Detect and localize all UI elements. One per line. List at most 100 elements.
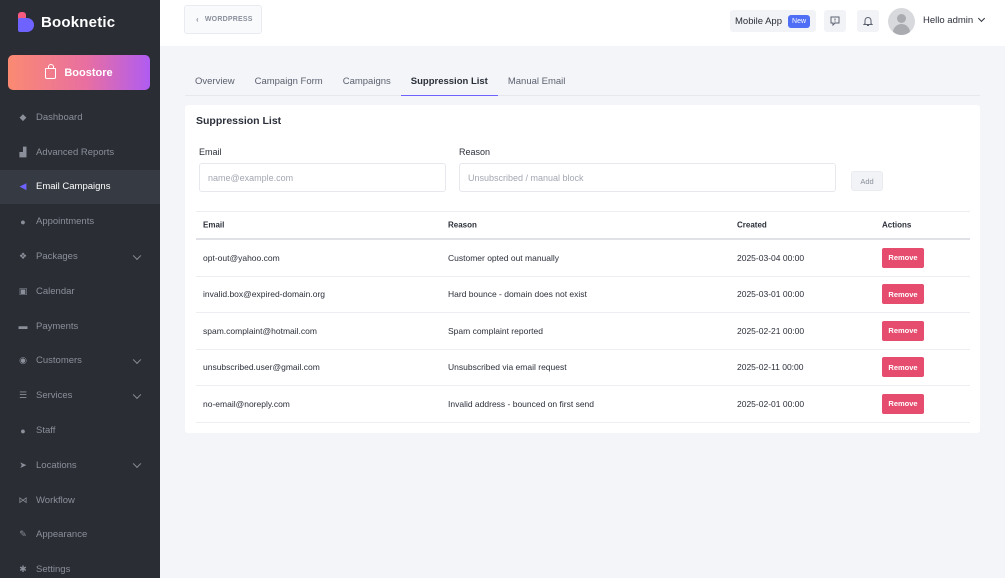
row-email: no-email@noreply.com bbox=[203, 398, 290, 409]
sidebar-item-label: Email Campaigns bbox=[36, 181, 111, 193]
sidebar-item-staff[interactable]: ● Staff bbox=[0, 413, 160, 448]
header-reason: Reason bbox=[448, 220, 477, 230]
shopping-bag-icon bbox=[45, 64, 57, 79]
sidebar-item-label: Payments bbox=[36, 320, 79, 332]
row-reason: Invalid address - bounced on first send bbox=[448, 398, 595, 409]
remove-button[interactable]: Remove bbox=[882, 357, 924, 378]
sidebar-item-label: Packages bbox=[36, 251, 78, 263]
header-email: Email bbox=[203, 220, 225, 230]
feedback-icon bbox=[830, 16, 840, 27]
email-label: Email bbox=[199, 147, 222, 157]
sidebar-item-locations[interactable]: ➤ Locations bbox=[0, 448, 160, 483]
row-created: 2025-03-01 00:00 bbox=[737, 289, 805, 300]
email-field[interactable] bbox=[199, 163, 446, 192]
sidebar-item-settings[interactable]: ✱ Settings bbox=[0, 552, 160, 578]
sidebar-item-label: Locations bbox=[36, 459, 77, 471]
clock-icon: ● bbox=[20, 216, 26, 227]
table-row: unsubscribed.user@gmail.com Unsubscribed … bbox=[196, 350, 970, 386]
table-row: spam.complaint@hotmail.com Spam complaint… bbox=[196, 313, 970, 350]
row-email: unsubscribed.user@gmail.com bbox=[203, 362, 320, 373]
sidebar-item-label: Staff bbox=[36, 425, 56, 437]
staff-icon: ● bbox=[20, 425, 26, 436]
sidebar-item-label: Settings bbox=[36, 564, 71, 576]
sidebar-item-customers[interactable]: ◉ Customers bbox=[0, 344, 160, 379]
dashboard-icon: ◆ bbox=[19, 111, 27, 122]
tab-campaign-form[interactable]: Campaign Form bbox=[245, 68, 333, 96]
sidebar-item-label: Calendar bbox=[36, 285, 75, 297]
row-reason: Spam complaint reported bbox=[448, 325, 543, 336]
avatar[interactable] bbox=[888, 8, 915, 35]
boostore-label: Boostore bbox=[64, 66, 113, 79]
mobile-app-button[interactable]: Mobile App New bbox=[730, 10, 816, 32]
settings-icon: ✱ bbox=[19, 564, 27, 575]
wordpress-back-button[interactable]: ‹ WORDPRESS bbox=[184, 5, 262, 34]
user-menu[interactable]: Hello admin bbox=[923, 14, 986, 26]
chart-icon: ▟ bbox=[19, 146, 27, 157]
reason-field[interactable] bbox=[459, 163, 836, 192]
remove-button[interactable]: Remove bbox=[882, 247, 924, 268]
row-email: invalid.box@expired-domain.org bbox=[203, 289, 326, 300]
reason-label: Reason bbox=[459, 147, 491, 157]
tab-suppression-list[interactable]: Suppression List bbox=[400, 68, 498, 96]
sidebar-item-appointments[interactable]: ● Appointments bbox=[0, 204, 160, 239]
add-button[interactable]: Add bbox=[851, 171, 883, 191]
header-created: Created bbox=[737, 220, 767, 230]
sidebar-item-packages[interactable]: ❖ Packages bbox=[0, 239, 160, 274]
sidebar-nav: ◆ Dashboard ▟ Advanced Reports ◀ Email Campai… bbox=[0, 100, 160, 578]
mobile-app-label: Mobile App bbox=[735, 15, 783, 27]
sidebar-item-calendar[interactable]: ▣ Calendar bbox=[0, 274, 160, 309]
tab-manual-email[interactable]: Manual Email bbox=[498, 68, 576, 96]
feedback-button[interactable] bbox=[824, 10, 846, 32]
boostore-button[interactable]: Boostore bbox=[8, 55, 150, 90]
row-reason: Hard bounce - domain does not exist bbox=[448, 289, 587, 300]
chevron-down-icon bbox=[132, 251, 142, 260]
sidebar-item-label: Workflow bbox=[36, 494, 75, 506]
row-reason: Customer opted out manually bbox=[448, 252, 560, 263]
sidebar-item-appearance[interactable]: ✎ Appearance bbox=[0, 518, 160, 553]
sidebar-item-advanced-reports[interactable]: ▟ Advanced Reports bbox=[0, 135, 160, 170]
sidebar-item-payments[interactable]: ▬ Payments bbox=[0, 309, 160, 344]
chevron-down-icon bbox=[132, 355, 142, 365]
sidebar-item-label: Dashboard bbox=[36, 111, 83, 123]
tab-campaigns[interactable]: Campaigns bbox=[333, 68, 401, 96]
sidebar: Booknetic Boostore ◆ Dashboard ▟ Advanced R… bbox=[0, 0, 160, 578]
card-title: Suppression List bbox=[196, 115, 282, 127]
notifications-button[interactable] bbox=[857, 10, 879, 32]
sidebar-item-label: Appointments bbox=[36, 216, 95, 228]
sidebar-item-workflow[interactable]: ⋈ Workflow bbox=[0, 483, 160, 518]
row-created: 2025-03-04 00:00 bbox=[737, 252, 805, 263]
brush-icon: ✎ bbox=[19, 529, 27, 540]
row-email: opt-out@yahoo.com bbox=[203, 252, 280, 263]
suppression-table: Email Reason Created Actions opt-out@yah… bbox=[196, 211, 970, 423]
customers-icon: ◉ bbox=[19, 355, 27, 366]
chevron-down-icon bbox=[978, 14, 986, 23]
packages-icon: ❖ bbox=[18, 251, 28, 262]
workflow-icon: ⋈ bbox=[18, 494, 28, 505]
brand[interactable]: Booknetic bbox=[18, 11, 115, 33]
tab-overview[interactable]: Overview bbox=[185, 68, 245, 96]
location-icon: ➤ bbox=[19, 459, 27, 470]
new-badge: New bbox=[788, 14, 811, 28]
megaphone-icon: ◀ bbox=[19, 181, 27, 192]
sidebar-item-email-campaigns[interactable]: ◀ Email Campaigns bbox=[0, 169, 160, 205]
row-reason: Unsubscribed via email request bbox=[448, 362, 567, 373]
sidebar-item-label: Customers bbox=[36, 355, 82, 367]
wordpress-label: WORDPRESS bbox=[204, 16, 253, 23]
sidebar-item-label: Appearance bbox=[36, 529, 88, 541]
services-icon: ☰ bbox=[18, 390, 28, 401]
remove-button[interactable]: Remove bbox=[882, 393, 924, 414]
remove-button[interactable]: Remove bbox=[882, 320, 924, 341]
top-bar: ‹ WORDPRESS Mobile App New Hello admin bbox=[160, 0, 1005, 46]
row-created: 2025-02-01 00:00 bbox=[737, 398, 805, 409]
brand-name: Booknetic bbox=[41, 13, 116, 31]
table-row: no-email@noreply.com Invalid address - bo… bbox=[196, 386, 970, 423]
calendar-icon: ▣ bbox=[18, 285, 28, 296]
remove-button[interactable]: Remove bbox=[882, 284, 924, 305]
sidebar-item-dashboard[interactable]: ◆ Dashboard bbox=[0, 100, 160, 135]
sidebar-item-label: Advanced Reports bbox=[36, 146, 115, 158]
table-row: invalid.box@expired-domain.org Hard bounc… bbox=[196, 277, 970, 313]
row-created: 2025-02-11 00:00 bbox=[737, 362, 804, 373]
chevron-down-icon bbox=[132, 459, 142, 469]
row-email: spam.complaint@hotmail.com bbox=[203, 325, 317, 336]
sidebar-item-services[interactable]: ☰ Services bbox=[0, 378, 160, 413]
